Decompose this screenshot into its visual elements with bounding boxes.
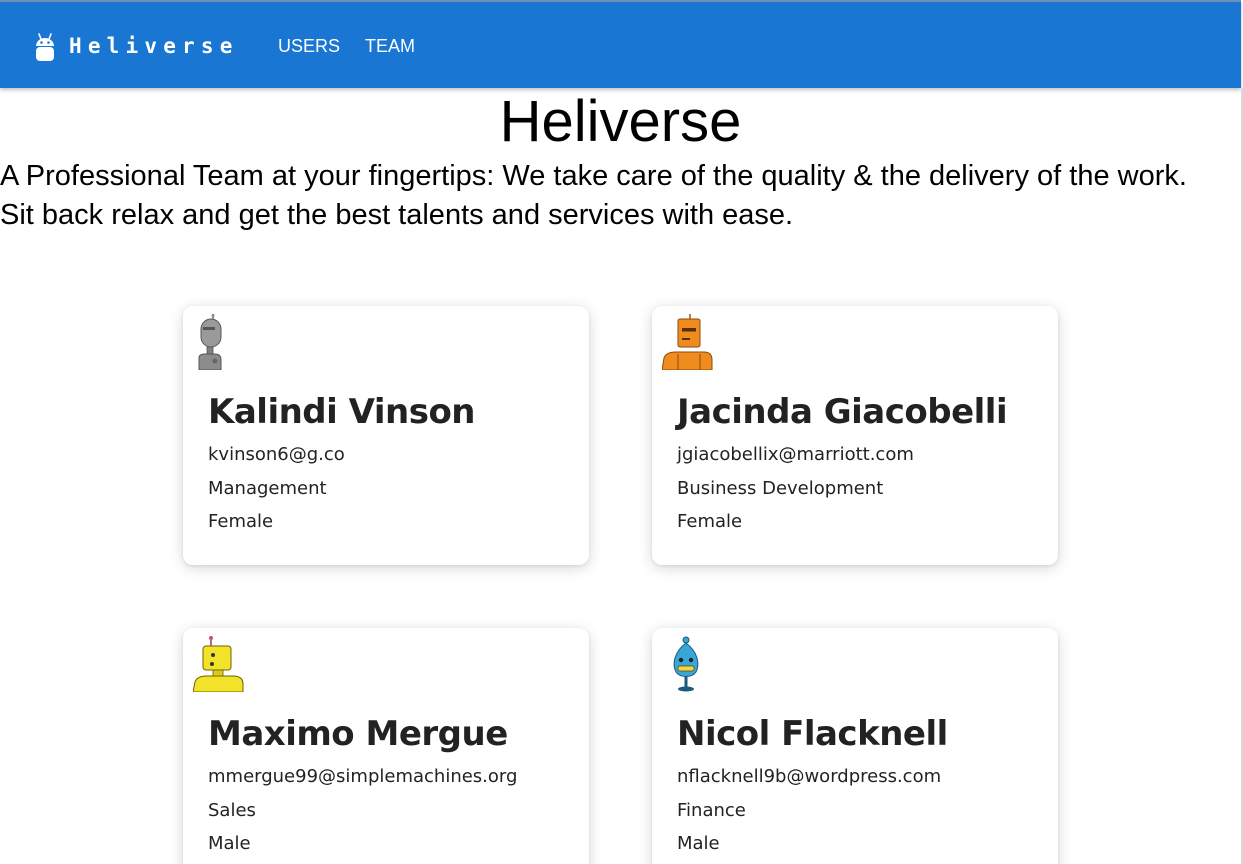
user-domain: Finance: [677, 800, 746, 821]
user-gender: Male: [208, 833, 251, 854]
page: Heliverse USERS TEAM Heliverse A Profess…: [0, 0, 1243, 864]
brand-title[interactable]: Heliverse: [69, 32, 239, 60]
user-email: kvinson6@g.co: [208, 444, 345, 465]
user-name: Maximo Mergue: [208, 714, 508, 754]
user-card[interactable]: Maximo Mergue mmergue99@simplemachines.o…: [183, 628, 589, 864]
user-gender: Female: [677, 511, 743, 532]
app-bar: Heliverse USERS TEAM: [0, 0, 1241, 88]
user-domain: Business Development: [677, 478, 884, 499]
android-icon: [36, 33, 54, 61]
user-domain: Sales: [208, 800, 256, 821]
blue-robot-avatar-icon: [673, 636, 699, 692]
user-domain: Management: [208, 478, 327, 499]
user-card[interactable]: Nicol Flacknell nflacknell9b@wordpress.c…: [652, 628, 1058, 864]
gray-robot-avatar-icon: [198, 314, 222, 370]
hero-description-line-1: A Professional Team at your fingertips: …: [0, 160, 1187, 192]
user-gender: Female: [208, 511, 274, 532]
hero-description: A Professional Team at your fingertips: …: [0, 157, 1241, 235]
user-email: mmergue99@simplemachines.org: [208, 766, 518, 787]
nav-team-link[interactable]: TEAM: [365, 34, 415, 58]
user-name: Jacinda Giacobelli: [677, 392, 1008, 432]
user-card[interactable]: Kalindi Vinson kvinson6@g.co Management …: [183, 306, 589, 565]
page-title: Heliverse: [499, 89, 742, 154]
hero-description-line-2: Sit back relax and get the best talents …: [0, 199, 794, 231]
user-name: Kalindi Vinson: [208, 392, 476, 432]
orange-robot-avatar-icon: [662, 314, 713, 370]
yellow-robot-avatar-icon: [193, 636, 244, 692]
user-email: jgiacobellix@marriott.com: [677, 444, 914, 465]
user-email: nflacknell9b@wordpress.com: [677, 766, 942, 787]
user-name: Nicol Flacknell: [677, 714, 948, 754]
nav-users-link[interactable]: USERS: [278, 34, 340, 58]
user-gender: Male: [677, 833, 720, 854]
user-card[interactable]: Jacinda Giacobelli jgiacobellix@marriott…: [652, 306, 1058, 565]
